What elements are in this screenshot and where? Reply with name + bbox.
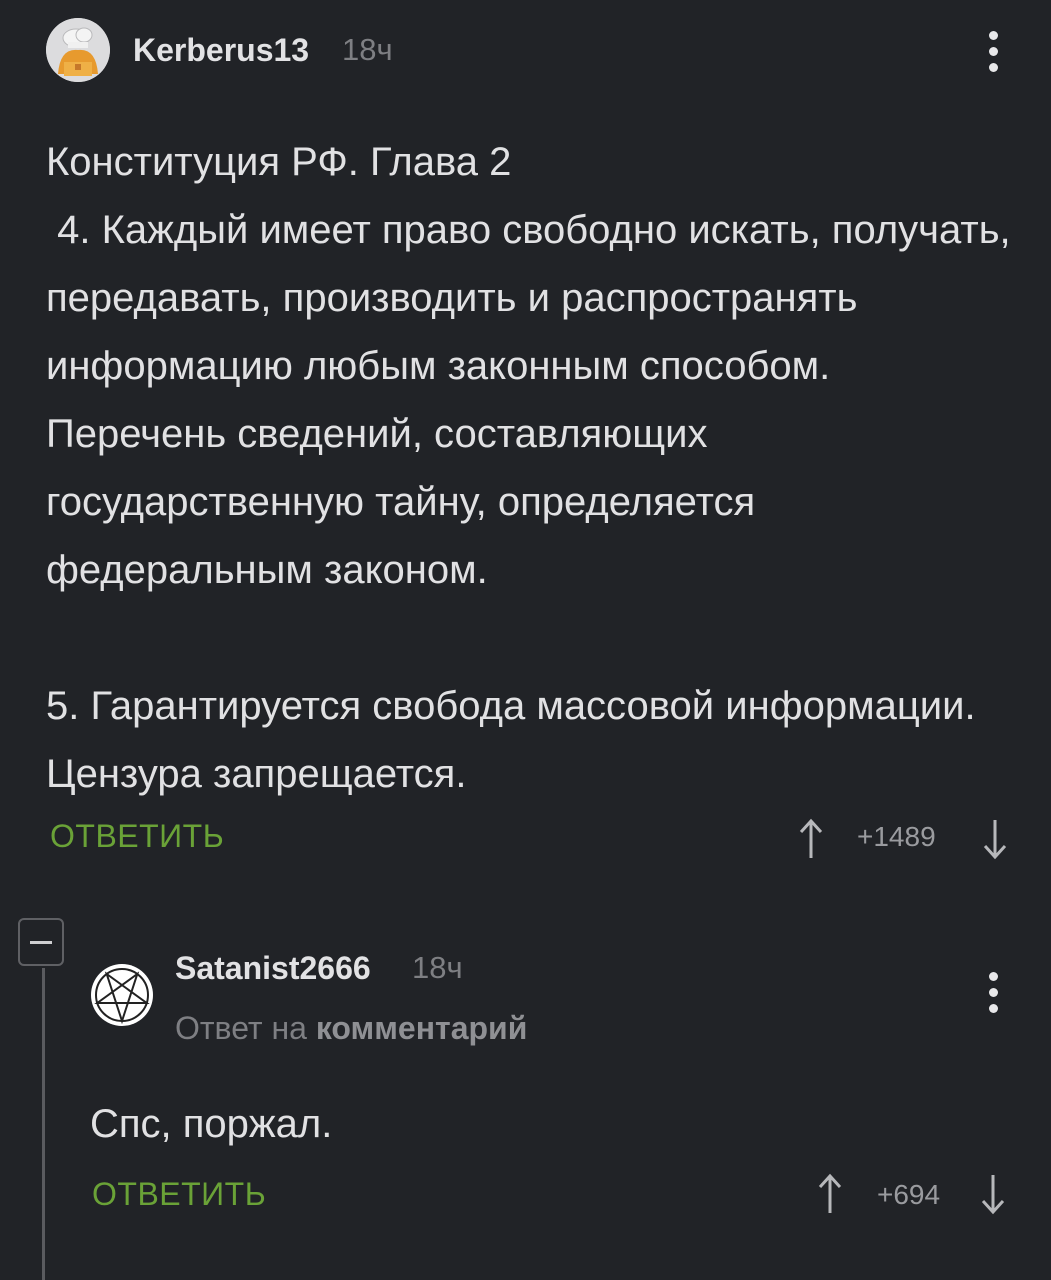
- arrow-down-icon[interactable]: [982, 818, 1008, 860]
- reply-text: Спс, поржал.: [90, 1102, 333, 1146]
- reply-to-prefix: Ответ на: [175, 1010, 307, 1046]
- reply-comment: Satanist2666 18ч Ответ на комментарий Сп…: [60, 930, 1051, 1280]
- comment: Kerberus13 18ч Конституция РФ. Глава 2 4…: [0, 0, 1051, 880]
- arrow-up-icon[interactable]: [817, 1173, 843, 1215]
- pentagram-avatar-icon[interactable]: [90, 963, 154, 1027]
- reply-time: 18ч: [412, 950, 463, 985]
- reply-to: Ответ на комментарий: [175, 1010, 527, 1047]
- comment-author[interactable]: Kerberus13: [133, 32, 309, 69]
- reply-button[interactable]: ОТВЕТИТЬ: [92, 1176, 266, 1213]
- comment-rating: +1489: [857, 821, 936, 852]
- comment-text: Конституция РФ. Глава 2 4. Каждый имеет …: [46, 140, 1011, 796]
- kebab-menu-icon[interactable]: [989, 972, 1001, 1020]
- reply-rating: +694: [877, 1179, 941, 1210]
- minus-icon[interactable]: [18, 918, 64, 966]
- reply-to-link[interactable]: комментарий: [316, 1010, 528, 1046]
- arrow-up-icon[interactable]: [798, 818, 824, 860]
- comment-time: 18ч: [342, 32, 393, 67]
- chef-avatar-icon[interactable]: [46, 18, 110, 82]
- reply-author[interactable]: Satanist2666: [175, 950, 371, 987]
- kebab-menu-icon[interactable]: [989, 31, 1001, 79]
- reply-button[interactable]: ОТВЕТИТЬ: [50, 818, 224, 855]
- arrow-down-icon[interactable]: [980, 1173, 1006, 1215]
- thread-line[interactable]: [42, 968, 45, 1280]
